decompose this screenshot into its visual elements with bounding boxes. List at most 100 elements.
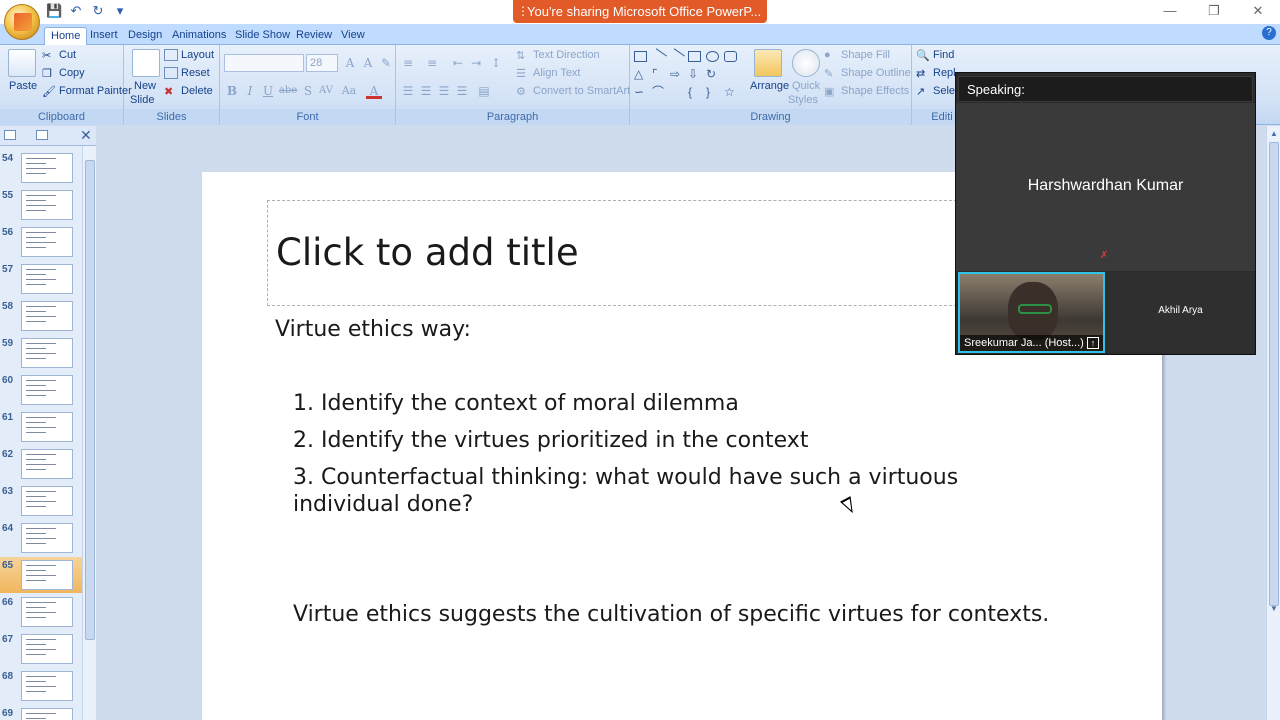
arrange-button[interactable]: Arrange xyxy=(750,80,789,92)
participant-tile[interactable]: Akhil Arya xyxy=(1107,272,1254,353)
slides-tab-icon[interactable] xyxy=(4,130,16,140)
font-color-button[interactable]: A xyxy=(366,83,382,99)
shape-fill-button[interactable]: ● Shape Fill xyxy=(824,49,890,61)
arrow-shape-icon[interactable] xyxy=(668,48,685,65)
outline-tab-icon[interactable] xyxy=(36,130,48,140)
slide-thumbnail-preview[interactable] xyxy=(21,338,73,368)
list-item[interactable]: 2. Identify the virtues prioritized in t… xyxy=(293,427,808,454)
find-button[interactable]: 🔍 Find xyxy=(916,49,954,62)
slide-thumbnail-preview[interactable] xyxy=(21,671,73,701)
right-arrow-shape-icon[interactable]: ⇨ xyxy=(670,68,683,80)
slide-thumbnail[interactable]: 65 xyxy=(0,557,82,593)
grow-font-icon[interactable]: A xyxy=(342,55,358,71)
slide-thumbnail-preview[interactable] xyxy=(21,375,73,405)
tab-design[interactable]: Design xyxy=(122,27,168,45)
star-shape-icon[interactable]: ☆ xyxy=(724,86,737,98)
new-slide-button-line2[interactable]: Slide xyxy=(130,94,154,106)
elbow-connector-icon[interactable]: ⌜ xyxy=(652,68,665,80)
slide-thumbnail[interactable]: 59 xyxy=(0,335,82,371)
slide-thumbnail[interactable]: 63 xyxy=(0,483,82,519)
title-placeholder[interactable]: Click to add title xyxy=(267,200,987,306)
justify-icon[interactable]: ☰ xyxy=(454,83,470,99)
shrink-font-icon[interactable]: A xyxy=(360,55,376,71)
strikethrough-button[interactable]: abe xyxy=(278,83,298,99)
slide-thumbnail-preview[interactable] xyxy=(21,264,73,294)
slide-thumbnail-preview[interactable] xyxy=(21,486,73,516)
paste-button[interactable]: Paste xyxy=(9,80,37,92)
increase-indent-icon[interactable]: ⇥ xyxy=(468,55,484,71)
columns-icon[interactable]: ▤ xyxy=(476,83,492,99)
triangle-shape-icon[interactable]: △ xyxy=(634,68,647,80)
thumbnail-scrollbar[interactable] xyxy=(82,146,96,720)
tab-insert[interactable]: Insert xyxy=(84,27,124,45)
font-size-input[interactable]: 28 xyxy=(306,54,338,72)
copy-button[interactable]: ❐ Copy xyxy=(42,67,85,80)
sharing-banner[interactable]: ⋮ You're sharing Microsoft Office PowerP… xyxy=(513,0,767,23)
slide-thumbnail-preview[interactable] xyxy=(21,190,73,220)
video-meeting-panel[interactable]: Speaking: Harshwardhan Kumar ✗ Sreekumar… xyxy=(955,72,1256,355)
line-shape-icon[interactable] xyxy=(650,48,667,65)
redo-icon[interactable]: ↻ xyxy=(90,3,106,19)
tab-home[interactable]: Home xyxy=(44,27,88,45)
new-slide-button[interactable]: New xyxy=(134,80,156,92)
curved-shape-icon[interactable]: ↻ xyxy=(706,68,719,80)
select-button[interactable]: ↗ Selec xyxy=(916,85,961,98)
host-video-tile[interactable]: Sreekumar Ja... (Host...) ↑ xyxy=(958,272,1105,353)
replace-button[interactable]: ⇄ Repl xyxy=(916,67,956,80)
bullets-icon[interactable]: ≡ xyxy=(400,55,416,71)
bracket-shape-icon[interactable]: } xyxy=(706,86,719,98)
delete-button[interactable]: ✖ Delete xyxy=(164,85,213,98)
slide-thumbnail[interactable]: 68 xyxy=(0,668,82,704)
quick-styles-button[interactable]: Quick xyxy=(792,80,820,92)
scroll-down-icon[interactable]: ▼ xyxy=(1269,604,1279,614)
paste-icon[interactable] xyxy=(8,49,36,77)
slide-thumbnail[interactable]: 55 xyxy=(0,187,82,223)
minimize-button[interactable]: — xyxy=(1148,0,1192,22)
slide-thumbnail[interactable]: 66 xyxy=(0,594,82,630)
slide-thumbnail[interactable]: 67 xyxy=(0,631,82,667)
change-case-button[interactable]: Aa xyxy=(340,83,358,99)
slide-thumbnail-preview[interactable] xyxy=(21,153,73,183)
slide-thumbnail[interactable]: 60 xyxy=(0,372,82,408)
slide-thumbnail[interactable]: 64 xyxy=(0,520,82,556)
shape-outline-button[interactable]: ✎ Shape Outline xyxy=(824,67,911,80)
reset-button[interactable]: Reset xyxy=(164,67,210,80)
arrange-icon[interactable] xyxy=(754,49,782,77)
align-right-icon[interactable]: ☰ xyxy=(436,83,452,99)
decrease-indent-icon[interactable]: ⇤ xyxy=(450,55,466,71)
slide-thumbnail-preview[interactable] xyxy=(21,412,73,442)
slide-thumbnail-preview[interactable] xyxy=(21,560,73,590)
slide-thumbnail-preview[interactable] xyxy=(21,227,73,257)
slide-thumbnail-preview[interactable] xyxy=(21,708,73,720)
format-painter-button[interactable]: 🖌 Format Painter xyxy=(42,85,132,98)
thumbnail-scroll-thumb[interactable] xyxy=(85,160,95,640)
layout-button[interactable]: Layout xyxy=(164,49,214,62)
tab-slide-show[interactable]: Slide Show xyxy=(229,27,296,45)
brace-shape-icon[interactable]: { xyxy=(688,86,701,98)
slide-heading[interactable]: Virtue ethics way: xyxy=(275,316,471,343)
quick-styles-icon[interactable] xyxy=(792,49,820,77)
clear-format-icon[interactable]: ✎ xyxy=(378,55,394,71)
convert-smartart-button[interactable]: ⚙ Convert to SmartArt xyxy=(516,85,630,98)
slide-thumbnail[interactable]: 54 xyxy=(0,150,82,186)
shapes-gallery[interactable]: △ ⌜ ⇨ ⇩ ↻ ∽ ⌒ { } ☆ xyxy=(632,48,744,105)
help-icon[interactable]: ? xyxy=(1262,26,1276,40)
slide-conclusion[interactable]: Virtue ethics suggests the cultivation o… xyxy=(293,601,1049,628)
active-speaker-tile[interactable]: Harshwardhan Kumar ✗ xyxy=(956,103,1255,271)
slide-thumbnail[interactable]: 62 xyxy=(0,446,82,482)
slide-thumbnail-preview[interactable] xyxy=(21,597,73,627)
cut-button[interactable]: ✂ Cut xyxy=(42,49,76,62)
slide-thumbnail[interactable]: 56 xyxy=(0,224,82,260)
align-left-icon[interactable]: ☰ xyxy=(400,83,416,99)
scroll-up-icon[interactable]: ▲ xyxy=(1269,129,1279,139)
slide-thumbnail-preview[interactable] xyxy=(21,634,73,664)
quick-styles-button-line2[interactable]: Styles xyxy=(788,94,818,106)
slide-scroll-thumb[interactable] xyxy=(1269,142,1279,606)
italic-button[interactable]: I xyxy=(242,83,258,99)
close-button[interactable]: ✕ xyxy=(1236,0,1280,22)
bold-button[interactable]: B xyxy=(224,83,240,99)
textbox-shape-icon[interactable] xyxy=(634,51,647,62)
slide-thumbnail[interactable]: 58 xyxy=(0,298,82,334)
customize-icon[interactable]: ▾ xyxy=(112,3,128,19)
text-direction-button[interactable]: ⇅ Text Direction xyxy=(516,49,600,62)
